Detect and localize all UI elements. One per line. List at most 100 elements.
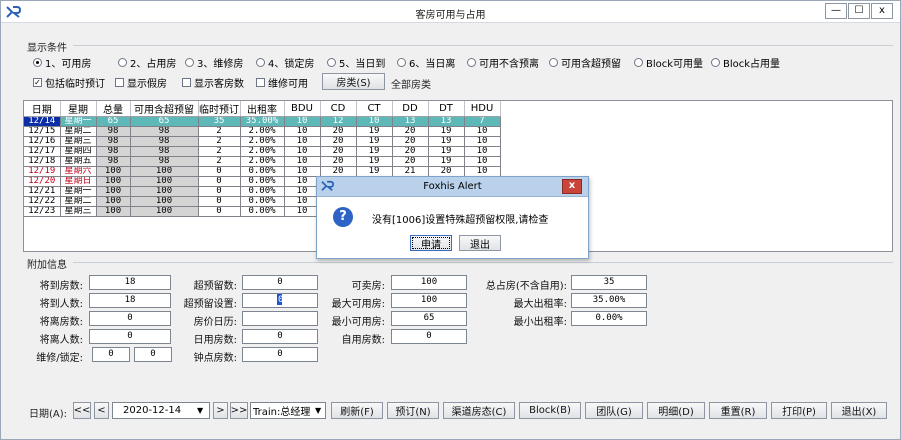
table-cell-temp: 2 [198,146,241,157]
last-date-button[interactable]: >> [230,402,248,419]
column-header[interactable]: CT [356,101,393,117]
price-calendar-field[interactable] [242,311,318,326]
repair-field[interactable]: 0 [92,347,130,362]
apply-button[interactable]: 申请 [410,235,452,251]
dialog-exit-button[interactable]: 退出 [459,235,501,251]
chevron-down-icon: ▼ [315,406,322,415]
table-cell-avail: 98 [130,156,199,167]
radio-dot [256,57,265,67]
max-rate-label: 最大出租率: [513,299,567,310]
user-select[interactable]: Train:总经理 ▼ [250,402,326,419]
column-header[interactable]: 临时预订 [198,101,241,117]
reserve-button[interactable]: 预订(N) [387,402,439,419]
table-cell-total: 100 [96,186,131,197]
table-cell-dd: 20 [392,126,429,137]
table-cell-cd: 12 [320,116,357,127]
radio-available[interactable]: 1、可用房 [33,56,91,70]
arrive-people-field[interactable]: 18 [89,293,171,308]
table-cell-week: 星期二 [60,126,97,137]
arrive-rooms-field[interactable]: 18 [89,275,171,290]
min-avail-field[interactable]: 65 [391,311,467,326]
min-rate-field[interactable]: 0.00% [571,311,647,326]
max-avail-field[interactable]: 100 [391,293,467,308]
arrive-people-label: 将到人数: [39,299,83,310]
column-header[interactable]: 出租率 [240,101,285,117]
block-button[interactable]: Block(B) [519,402,581,419]
hourly-field[interactable]: 0 [242,347,318,362]
depart-people-field[interactable]: 0 [89,329,171,344]
checkbox-show-count[interactable]: 显示客房数 [182,76,244,90]
print-button[interactable]: 打印(P) [771,402,827,419]
column-header[interactable]: DT [428,101,465,117]
check-icon: ✓ [33,77,42,87]
lock-field[interactable]: 0 [134,347,172,362]
radio-avail-no-departure[interactable]: 可用不含预离 [467,56,539,70]
dialog-close-button[interactable]: x [562,179,582,194]
table-cell-rate: 2.00% [240,126,285,137]
refresh-button[interactable]: 刷新(F) [331,402,383,419]
checkbox-repair-available[interactable]: 维修可用 [256,76,308,90]
next-date-button[interactable]: > [213,402,228,419]
table-cell-date: 12/17 [24,146,61,157]
alert-dialog: Foxhis Alert x ? 没有[1006]设置特殊超预留权限,请检查 申… [316,176,589,259]
table-cell-ct: 19 [356,156,393,167]
max-rate-field[interactable]: 35.00% [571,293,647,308]
total-occ-field[interactable]: 35 [571,275,647,290]
column-header[interactable]: DD [392,101,429,117]
room-type-button[interactable]: 房类(S) [322,73,385,90]
reset-button[interactable]: 重置(R) [709,402,767,419]
table-cell-total: 100 [96,166,131,177]
radio-avail-over-reserve[interactable]: 可用含超预留 [549,56,621,70]
radio-arrival[interactable]: 5、当日到 [327,56,385,70]
radio-block-occupied[interactable]: Block占用量 [711,56,780,70]
table-cell-rate: 0.00% [240,166,285,177]
sellable-field[interactable]: 100 [391,275,467,290]
prev-date-button[interactable]: < [94,402,109,419]
column-header[interactable]: BDU [284,101,321,117]
checkbox-include-temp[interactable]: ✓ 包括临时预订 [33,76,105,90]
column-header[interactable]: CD [320,101,357,117]
close-button[interactable]: x [871,3,893,19]
column-header[interactable]: 总量 [96,101,131,117]
self-use-field[interactable]: 0 [391,329,467,344]
table-cell-rate: 0.00% [240,176,285,187]
table-cell-avail: 98 [130,146,199,157]
table-cell-week: 星期三 [60,206,97,217]
radio-dot [397,57,406,67]
table-row[interactable]: 12/14 星期一 65 65 35 35.00% 10 12 10 13 13 7 [24,116,501,127]
column-header[interactable]: 星期 [60,101,97,117]
depart-rooms-label: 将离房数: [39,317,83,328]
over-reserve-field[interactable]: 0 [242,275,318,290]
table-row[interactable]: 12/15 星期二 98 98 2 2.00% 10 20 19 20 19 10 [24,126,501,137]
table-cell-dt: 19 [428,126,465,137]
table-row[interactable]: 12/16 星期三 98 98 2 2.00% 10 20 19 20 19 10 [24,136,501,147]
radio-label: 2、占用房 [130,58,177,70]
table-cell-cd: 20 [320,136,357,147]
detail-button[interactable]: 明细(D) [647,402,705,419]
over-setting-field[interactable]: 0 [242,293,318,308]
table-cell-bdu: 10 [284,166,321,177]
day-use-field[interactable]: 0 [242,329,318,344]
table-cell-dd: 20 [392,156,429,167]
maximize-button[interactable]: ☐ [848,3,870,19]
exit-button[interactable]: 退出(X) [831,402,887,419]
radio-departure[interactable]: 6、当日离 [397,56,455,70]
channel-status-button[interactable]: 渠道房态(C) [443,402,515,419]
radio-occupied[interactable]: 2、占用房 [118,56,177,70]
depart-rooms-field[interactable]: 0 [89,311,171,326]
column-header[interactable]: HDU [464,101,501,117]
column-header[interactable]: 日期 [24,101,61,117]
table-row[interactable]: 12/18 星期五 98 98 2 2.00% 10 20 19 20 19 10 [24,156,501,167]
first-date-button[interactable]: << [73,402,91,419]
column-header[interactable]: 可用含超预留 [130,101,199,117]
radio-locked[interactable]: 4、锁定房 [256,56,314,70]
minimize-button[interactable]: — [825,3,847,19]
table-row[interactable]: 12/17 星期四 98 98 2 2.00% 10 20 19 20 19 10 [24,146,501,157]
group-button[interactable]: 团队(G) [585,402,643,419]
radio-block-available[interactable]: Block可用量 [634,56,703,70]
date-select[interactable]: 2020-12-14 ▼ [112,402,210,419]
radio-repair[interactable]: 3、维修房 [185,56,243,70]
table-row[interactable]: 12/19 星期六 100 100 0 0.00% 10 20 19 21 20 10 [24,166,501,177]
table-cell-avail: 100 [130,186,199,197]
checkbox-show-fake[interactable]: 显示假房 [115,76,167,90]
